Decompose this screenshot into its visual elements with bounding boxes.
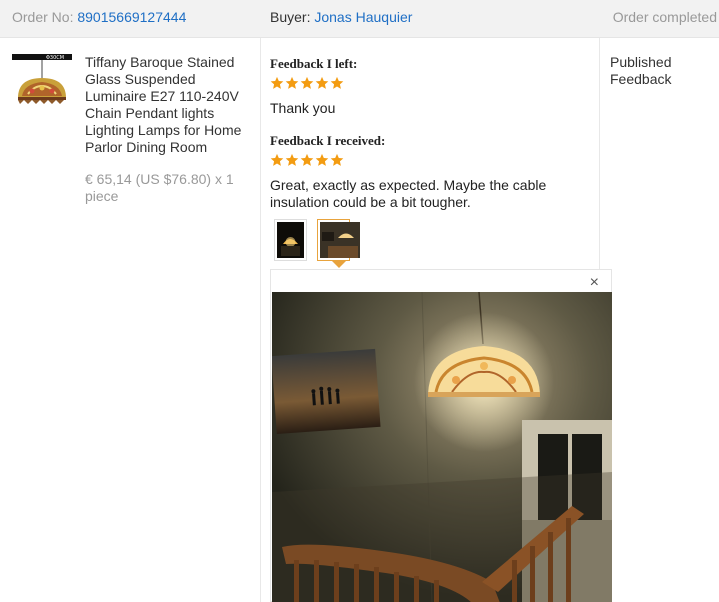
star-icon (270, 76, 284, 89)
product-price: € 65,14 (US $76.80) x 1 piece (85, 171, 234, 204)
buyer-label: Buyer: (270, 9, 311, 25)
star-icon (315, 76, 329, 89)
status-line-2: Feedback (610, 71, 672, 87)
star-icon (315, 153, 329, 166)
photo-thumb-image (277, 222, 304, 258)
product-title[interactable]: Tiffany Baroque Stained Glass Suspended … (85, 54, 253, 156)
feedback-received-heading: Feedback I received: (270, 133, 386, 148)
photo-thumb-image (320, 222, 360, 258)
star-icon (330, 153, 344, 166)
star-icon (300, 76, 314, 89)
star-icon (300, 153, 314, 166)
order-number-label: Order No: (12, 9, 74, 25)
buyer-info: Buyer: Jonas Hauquier (270, 8, 412, 26)
order-header: Order No: 89015669127444 Buyer: Jonas Ha… (0, 0, 719, 38)
column-divider (260, 38, 261, 602)
feedback-photo-thumb-2[interactable] (317, 219, 360, 261)
star-icon (330, 76, 344, 89)
active-photo-pointer (331, 260, 347, 268)
product-thumbnail[interactable]: Φ30CM (12, 54, 72, 110)
status-line-1: Published (610, 54, 672, 70)
feedback-photo-thumb-1[interactable] (274, 219, 307, 261)
feedback-status: Published Feedback (610, 54, 672, 88)
order-number: Order No: 89015669127444 (12, 8, 186, 26)
buyer-name-link[interactable]: Jonas Hauquier (314, 9, 412, 25)
order-status: Order completed (612, 9, 717, 25)
thumb-caption: Φ30CM (46, 55, 64, 61)
order-number-link[interactable]: 89015669127444 (77, 9, 186, 25)
feedback-photo (272, 292, 612, 602)
star-icon (285, 153, 299, 166)
feedback-left-rating (270, 76, 344, 92)
star-icon (270, 153, 284, 166)
close-icon[interactable]: × (590, 275, 599, 291)
feedback-left-text: Thank you (270, 100, 336, 116)
feedback-received-rating (270, 153, 344, 169)
photo-viewer: × (270, 269, 612, 602)
feedback-received-text: Great, exactly as expected. Maybe the ca… (270, 177, 547, 210)
feedback-left-heading: Feedback I left: (270, 56, 358, 71)
star-icon (285, 76, 299, 89)
